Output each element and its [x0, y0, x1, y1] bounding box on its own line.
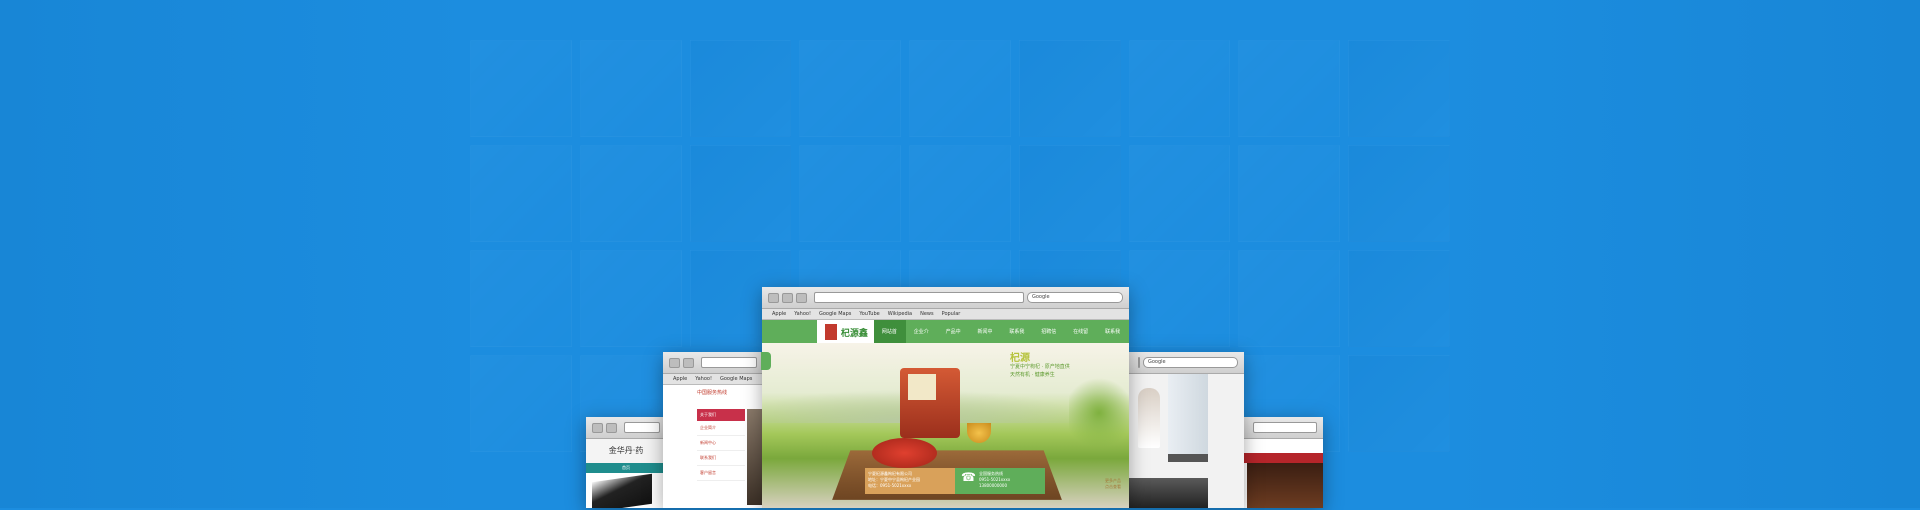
goji-package-image	[900, 368, 960, 438]
background-right-fade	[1450, 0, 1920, 508]
site-nav-bar[interactable]: 首页	[586, 463, 666, 473]
bookmarks-bar: Apple Yahoo! Google Maps YouTube Wikiped…	[762, 309, 1129, 320]
search-field[interactable]: Google	[1143, 357, 1238, 368]
goji-bowl-image	[872, 438, 937, 468]
more-products-tag[interactable]: 更多产品 点击查看	[1105, 478, 1121, 490]
address-bar[interactable]	[1253, 422, 1317, 433]
bookmark-item[interactable]: News	[920, 311, 934, 317]
nav-item[interactable]: 联系我们	[1001, 320, 1033, 359]
company-info-bar: 宁夏杞源鑫枸杞有限公司 地址：宁夏中宁县枸杞产业园 电话：0951-5021xx…	[865, 468, 955, 494]
bookmark-item[interactable]: Apple	[772, 311, 786, 317]
site-nav: 杞源鑫 网站首页 企业介绍 产品中心 新闻中心 联系我们 招聘信息 在线留言 联…	[762, 320, 1129, 359]
background-left-fade	[0, 0, 470, 508]
product-image	[592, 473, 652, 508]
browser-toolbar: Google	[1128, 352, 1244, 374]
office-window-image	[1168, 374, 1208, 454]
nav-item-home[interactable]: 网站首页	[873, 320, 906, 359]
showcase-image	[1247, 463, 1323, 508]
browser-toolbar	[1243, 417, 1323, 439]
photo-strip	[747, 409, 763, 505]
back-icon[interactable]	[768, 292, 779, 303]
slogan-line: 宁夏中宁枸杞 · 原产地直供	[1010, 364, 1070, 370]
nav-item[interactable]: 联系我们	[1097, 320, 1129, 359]
forward-icon[interactable]	[683, 357, 694, 368]
crowd-image	[1128, 478, 1208, 508]
menu-item-active[interactable]: 关于我们	[697, 409, 745, 421]
browser-window-right[interactable]: Google	[1128, 352, 1244, 508]
nav-item[interactable]: 新闻中心	[970, 320, 1002, 359]
bookmark-item[interactable]: Apple	[673, 376, 687, 382]
hero-banner: 杞源 宁夏中宁枸杞 · 原产地直供 天然有机 · 健康养生 宁夏杞源鑫枸杞有限公…	[762, 343, 1129, 508]
slogan-line: 天然有机 · 健康养生	[1010, 372, 1055, 378]
address-bar[interactable]	[624, 422, 660, 433]
bookmark-item[interactable]: Yahoo!	[695, 376, 712, 382]
search-field[interactable]: Google	[1027, 292, 1123, 303]
site-title: 金华丹·药	[586, 439, 666, 463]
logo-mark-icon	[825, 324, 837, 340]
browser-window-far-right[interactable]	[1243, 417, 1323, 508]
site-header-bar	[1243, 453, 1323, 463]
menu-item[interactable]: 企业简介	[697, 421, 745, 436]
bookmark-item[interactable]: Yahoo!	[794, 311, 811, 317]
menu-item[interactable]: 客户留言	[697, 466, 745, 481]
logo-text: 杞源鑫	[840, 328, 868, 339]
bookmark-item[interactable]: Popular	[942, 311, 961, 317]
side-tag-line: 点击查看	[1105, 484, 1121, 489]
phone-icon: ☎	[961, 470, 976, 484]
forward-icon[interactable]	[606, 422, 617, 433]
nav-item[interactable]: 招聘信息	[1033, 320, 1065, 359]
bookmark-item[interactable]: Google Maps	[819, 311, 851, 317]
hotline-number: 13800000000	[979, 483, 1007, 488]
person-image	[1138, 388, 1160, 448]
nav-item[interactable]: 产品中心	[938, 320, 970, 359]
forward-icon[interactable]	[782, 292, 793, 303]
info-line: 电话：0951-5021xxxx	[868, 483, 912, 488]
nav-item[interactable]: 在线留言	[1065, 320, 1097, 359]
browser-toolbar	[586, 417, 666, 439]
address-bar[interactable]	[814, 292, 1024, 303]
address-bar[interactable]	[1138, 357, 1140, 368]
browser-window-main[interactable]: Google Apple Yahoo! Google Maps YouTube …	[762, 287, 1129, 508]
bookmark-item[interactable]: Google Maps	[720, 376, 752, 382]
bookmark-item[interactable]: Wikipedia	[888, 311, 912, 317]
teacup-image	[967, 423, 991, 443]
hero-slogan: 杞源 宁夏中宁枸杞 · 原产地直供 天然有机 · 健康养生	[1010, 353, 1120, 379]
bookmarks-bar: Apple Yahoo! Google Maps	[663, 374, 763, 385]
site-brand: 中国服务热线	[697, 390, 728, 396]
browser-window-left[interactable]: Apple Yahoo! Google Maps 中国服务热线 关于我们 企业简…	[663, 352, 763, 508]
back-icon[interactable]	[592, 422, 603, 433]
back-icon[interactable]	[669, 357, 680, 368]
slider-handle[interactable]	[761, 352, 771, 370]
site-logo[interactable]: 杞源鑫	[817, 320, 874, 344]
menu-item[interactable]: 联系我们	[697, 451, 745, 466]
tree-image	[1069, 373, 1129, 453]
side-menu: 关于我们 企业简介 新闻中心 联系我们 客户留言	[697, 409, 745, 481]
bookmark-item[interactable]: YouTube	[859, 311, 879, 317]
hotline-bar[interactable]: ☎ 全国服务热线 0951-5021xxxx 13800000000	[955, 468, 1045, 494]
browser-window-far-left[interactable]: 金华丹·药 首页	[586, 417, 666, 508]
address-bar[interactable]	[701, 357, 757, 368]
home-icon[interactable]	[796, 292, 807, 303]
browser-toolbar	[663, 352, 763, 374]
slogan-title: 杞源	[1010, 353, 1030, 364]
menu-item[interactable]: 新闻中心	[697, 436, 745, 451]
slider-nav[interactable]	[1168, 454, 1208, 462]
nav-item[interactable]: 企业介绍	[906, 320, 938, 359]
browser-toolbar: Google	[762, 287, 1129, 309]
